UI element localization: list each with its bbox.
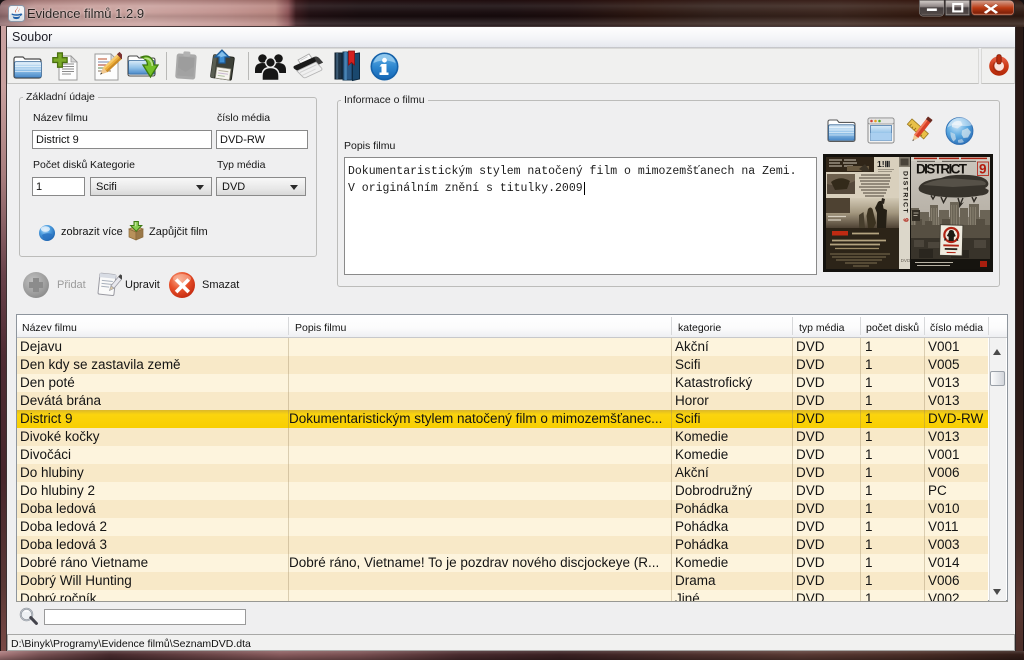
svg-text:9: 9	[902, 218, 909, 222]
svg-text:DISTRICT: DISTRICT	[902, 171, 909, 213]
svg-text:DISTRICT: DISTRICT	[916, 162, 968, 177]
svg-text:1!Ⅲ: 1!Ⅲ	[877, 159, 891, 169]
svg-text:DVD: DVD	[901, 258, 911, 263]
svg-text:9: 9	[979, 162, 987, 177]
